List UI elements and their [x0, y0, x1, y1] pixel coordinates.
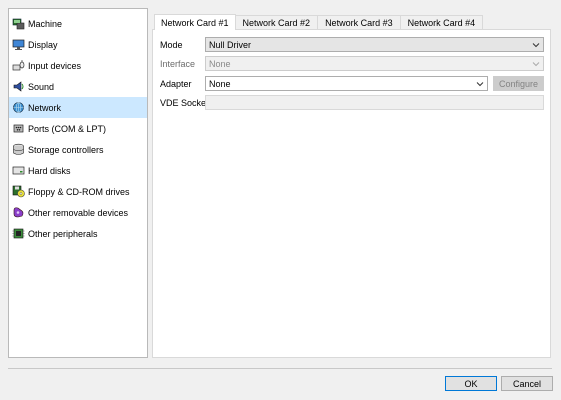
storage-icon [12, 143, 25, 156]
peripherals-icon [12, 227, 25, 240]
mode-value: Null Driver [209, 39, 252, 50]
configure-button[interactable]: Configure [493, 76, 544, 91]
adapter-select[interactable]: None [205, 76, 488, 91]
adapter-row: Adapter None Configure [160, 76, 544, 91]
mode-label: Mode [160, 39, 183, 50]
sidebar-item-label: Network [28, 102, 62, 113]
sidebar-item-ports[interactable]: Ports (COM & LPT) [9, 118, 147, 139]
sidebar-item-floppy-cdrom[interactable]: Floppy & CD-ROM drives [9, 181, 147, 202]
sidebar-item-display[interactable]: Display [9, 34, 147, 55]
footer-divider [8, 368, 552, 369]
sidebar-item-label: Hard disks [28, 165, 71, 176]
network-icon [12, 101, 25, 114]
vde-socket-row: VDE Socket [160, 95, 544, 110]
chevron-down-icon [476, 80, 484, 88]
sidebar-item-input-devices[interactable]: Input devices [9, 55, 147, 76]
sidebar-item-label: Other removable devices [28, 207, 129, 218]
sidebar-item-label: Machine [28, 18, 63, 29]
ok-button[interactable]: OK [445, 376, 497, 391]
tab-network-card-3[interactable]: Network Card #3 [318, 15, 401, 30]
interface-label: Interface [160, 58, 196, 69]
hard-disk-icon [12, 164, 25, 177]
input-devices-icon [12, 59, 25, 72]
sidebar-item-network[interactable]: Network [9, 97, 147, 118]
tab-network-card-2[interactable]: Network Card #2 [235, 15, 319, 30]
floppy-cdrom-icon [12, 185, 25, 198]
mode-select[interactable]: Null Driver [205, 37, 544, 52]
vde-socket-input[interactable] [205, 95, 544, 110]
machine-icon [12, 17, 25, 30]
vde-socket-label: VDE Socket [160, 97, 209, 108]
sidebar-item-other-peripherals[interactable]: Other peripherals [9, 223, 147, 244]
tab-network-card-4[interactable]: Network Card #4 [400, 15, 484, 30]
sidebar-item-label: Other peripherals [28, 228, 98, 239]
network-card-tabs: Network Card #1 Network Card #2 Network … [154, 14, 484, 30]
sidebar-item-label: Display [28, 39, 58, 50]
cancel-button[interactable]: Cancel [501, 376, 553, 391]
chevron-down-icon [532, 41, 540, 49]
display-icon [12, 38, 25, 51]
sidebar-item-machine[interactable]: Machine [9, 13, 147, 34]
adapter-value: None [209, 78, 231, 89]
adapter-label: Adapter [160, 78, 192, 89]
sidebar-item-hard-disks[interactable]: Hard disks [9, 160, 147, 181]
sidebar-item-label: Input devices [28, 60, 82, 71]
sidebar-item-label: Floppy & CD-ROM drives [28, 186, 130, 197]
sidebar-item-label: Ports (COM & LPT) [28, 123, 107, 134]
mode-row: Mode Null Driver [160, 37, 544, 52]
sidebar-item-storage-controllers[interactable]: Storage controllers [9, 139, 147, 160]
sidebar-item-label: Storage controllers [28, 144, 104, 155]
removable-devices-icon [12, 206, 25, 219]
interface-row: Interface None [160, 56, 544, 71]
interface-value: None [209, 58, 231, 69]
sound-icon [12, 80, 25, 93]
tab-network-card-1[interactable]: Network Card #1 [154, 14, 236, 30]
chevron-down-icon [532, 60, 540, 68]
sidebar-item-removable-devices[interactable]: Other removable devices [9, 202, 147, 223]
settings-sidebar: Machine Display Input devices Sound Netw… [8, 8, 148, 358]
interface-select[interactable]: None [205, 56, 544, 71]
sidebar-item-sound[interactable]: Sound [9, 76, 147, 97]
sidebar-item-label: Sound [28, 81, 55, 92]
ports-icon [12, 122, 25, 135]
